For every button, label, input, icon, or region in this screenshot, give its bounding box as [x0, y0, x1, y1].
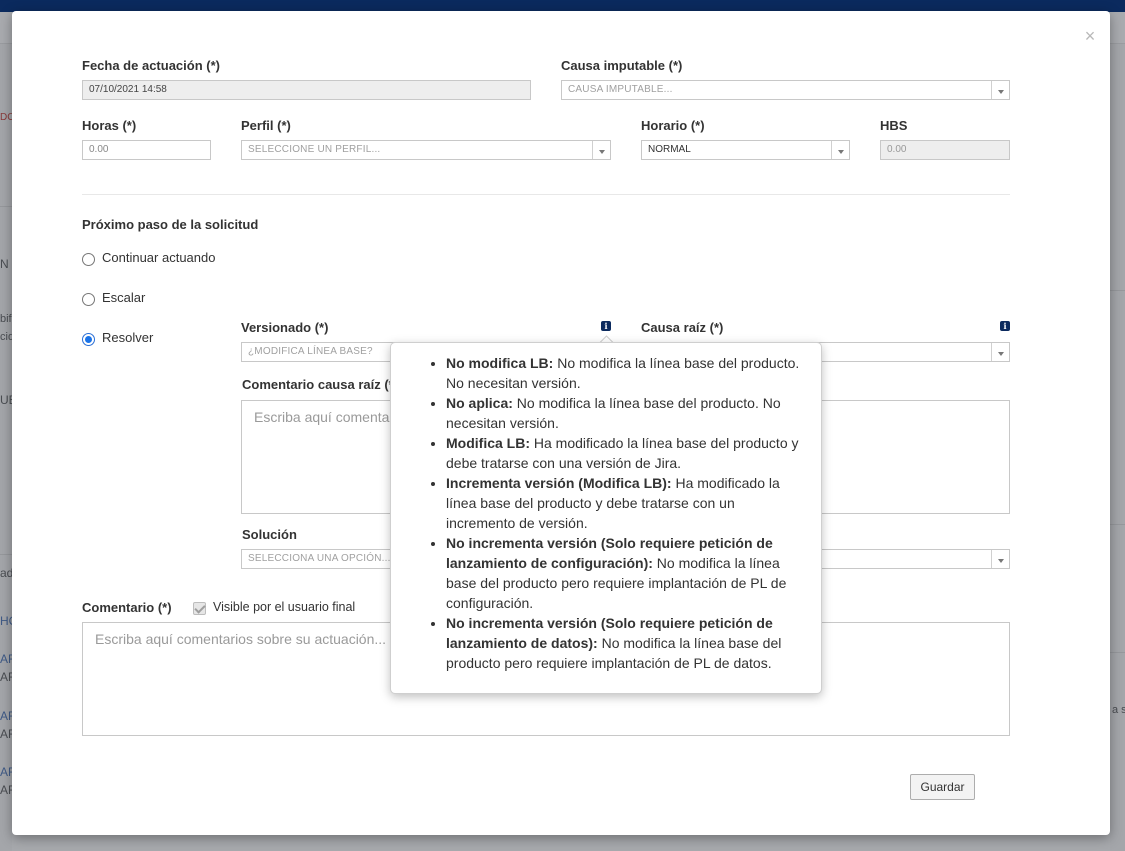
list-item-term: Incrementa versión (Modifica LB): [446, 475, 672, 491]
info-icon[interactable]: i [601, 321, 611, 331]
background-divider [0, 554, 12, 555]
list-item-term: No modifica LB: [446, 355, 554, 371]
background-text: N [0, 257, 9, 271]
continuar-radio[interactable] [82, 253, 95, 266]
background-right-panel [1110, 44, 1125, 851]
versionado-options-list: No modifica LB: No modifica la línea bas… [391, 343, 821, 673]
causa-imputable-select[interactable]: CAUSA IMPUTABLE... [561, 80, 1010, 100]
causa-imputable-placeholder: CAUSA IMPUTABLE... [568, 84, 673, 95]
horario-value: NORMAL [648, 144, 691, 155]
hbs-label: HBS [880, 118, 908, 133]
list-item-term: Modifica LB: [446, 435, 530, 451]
horas-input[interactable]: 0.00 [82, 140, 211, 160]
resolver-radio[interactable] [82, 333, 95, 346]
list-item: No incrementa versión (Solo requiere pet… [446, 613, 803, 673]
comentario-causa-raiz-label: Comentario causa raíz (*) [242, 377, 399, 392]
save-button[interactable]: Guardar [910, 774, 975, 800]
background-text: a s [1112, 704, 1125, 716]
section-divider [82, 194, 1010, 195]
horas-label: Horas (*) [82, 118, 137, 133]
horario-select[interactable]: NORMAL [641, 140, 850, 160]
horario-label: Horario (*) [641, 118, 705, 133]
solucion-placeholder: SELECCIONA UNA OPCIÓN... [248, 553, 391, 564]
causa-raiz-label: Causa raíz (*) [641, 320, 724, 335]
chevron-down-icon [592, 141, 610, 159]
chevron-down-icon [831, 141, 849, 159]
list-item: No aplica: No modifica la línea base del… [446, 393, 803, 433]
continuar-label[interactable]: Continuar actuando [102, 250, 215, 265]
perfil-select[interactable]: SELECCIONE UN PERFIL... [241, 140, 611, 160]
fecha-field: 07/10/2021 14:58 [82, 80, 531, 100]
list-item: No incrementa versión (Solo requiere pet… [446, 533, 803, 613]
chevron-down-icon [991, 343, 1009, 361]
list-item: Incrementa versión (Modifica LB): Ha mod… [446, 473, 803, 533]
background-divider [0, 206, 12, 207]
perfil-placeholder: SELECCIONE UN PERFIL... [248, 144, 381, 155]
escalar-label[interactable]: Escalar [102, 290, 145, 305]
versionado-info-popover: No modifica LB: No modifica la línea bas… [390, 342, 822, 694]
causa-imputable-label: Causa imputable (*) [561, 58, 683, 73]
close-icon[interactable]: × [1082, 26, 1098, 46]
perfil-label: Perfil (*) [241, 118, 291, 133]
chevron-down-icon [991, 550, 1009, 568]
solucion-label: Solución [242, 527, 297, 542]
visible-checkbox[interactable] [193, 602, 206, 615]
chevron-down-icon [991, 81, 1009, 99]
background-divider [1110, 524, 1125, 525]
hbs-field: 0.00 [880, 140, 1010, 160]
list-item-term: No aplica: [446, 395, 513, 411]
list-item: No modifica LB: No modifica la línea bas… [446, 353, 803, 393]
versionado-label: Versionado (*) [241, 320, 329, 335]
list-item: Modifica LB: Ha modificado la línea base… [446, 433, 803, 473]
background-divider [1110, 290, 1125, 291]
background-divider [1110, 652, 1125, 653]
proximo-paso-title: Próximo paso de la solicitud [82, 217, 259, 232]
background-text: bif [0, 313, 12, 325]
info-icon[interactable]: i [1000, 321, 1010, 331]
comentario-label: Comentario (*) [82, 600, 172, 615]
fecha-label: Fecha de actuación (*) [82, 58, 220, 73]
escalar-radio[interactable] [82, 293, 95, 306]
versionado-placeholder: ¿MODIFICA LÍNEA BASE? [248, 346, 373, 357]
resolver-label[interactable]: Resolver [102, 330, 153, 345]
visible-label: Visible por el usuario final [213, 600, 356, 614]
